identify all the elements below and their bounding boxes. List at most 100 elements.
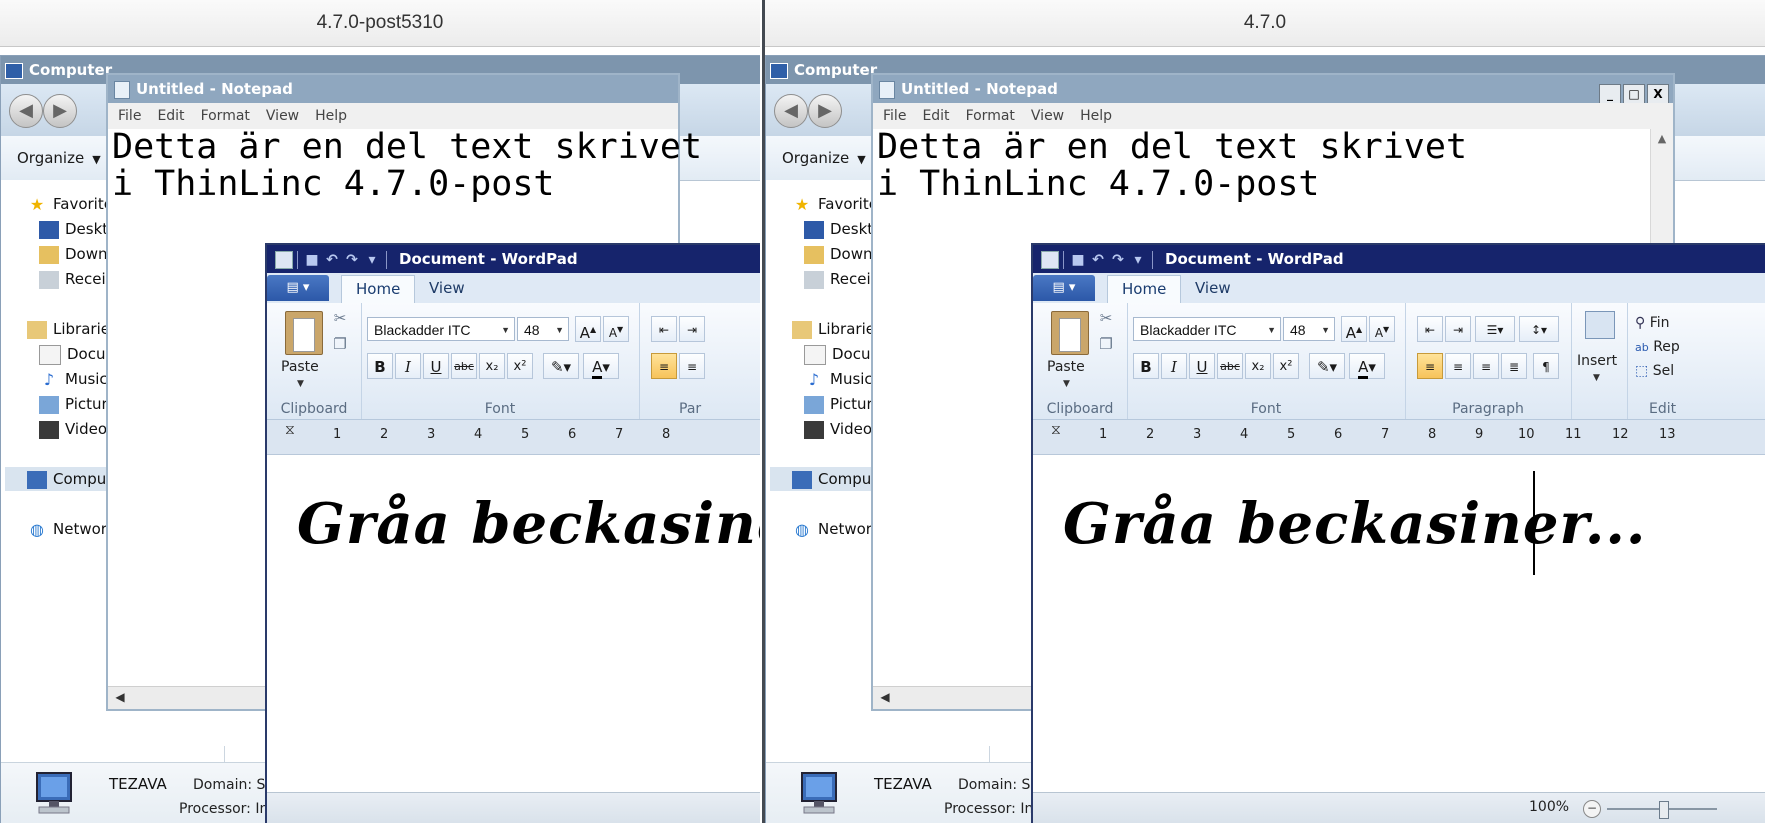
italic-button[interactable]: I (1161, 353, 1187, 379)
cut-icon[interactable]: ✂ (1097, 309, 1115, 327)
menu-file[interactable]: File (118, 108, 141, 124)
paste-icon[interactable] (285, 311, 323, 355)
paste-button[interactable]: Paste (1047, 359, 1085, 375)
tree-item-videos[interactable]: Video (39, 417, 107, 441)
tree-item-network[interactable]: ◍ Networ (792, 517, 872, 541)
highlight-color-button[interactable]: ✎▾ (1309, 353, 1345, 379)
menu-help[interactable]: Help (315, 108, 347, 124)
tree-item-recent[interactable]: Recei (804, 267, 871, 291)
redo-icon[interactable]: ↷ (1108, 246, 1128, 274)
underline-button[interactable]: U (423, 353, 449, 379)
menu-file[interactable]: File (883, 108, 906, 124)
tab-view[interactable]: View (1181, 275, 1245, 302)
wordpad-titlebar[interactable]: ■ ↶ ↷ ▾ Document - WordPad (1033, 245, 1765, 273)
tab-view[interactable]: View (415, 275, 479, 302)
bold-button[interactable]: B (1133, 353, 1159, 379)
minimize-button[interactable]: _ (1599, 84, 1621, 104)
scroll-left-icon[interactable]: ◀ (112, 689, 128, 705)
underline-button[interactable]: U (1189, 353, 1215, 379)
insert-picture-icon[interactable] (1585, 311, 1615, 339)
close-button[interactable]: X (1647, 84, 1669, 104)
paragraph-settings-button[interactable]: ¶ (1533, 353, 1559, 379)
align-center-button[interactable]: ≡ (679, 353, 705, 379)
chevron-down-icon[interactable]: ▼ (297, 379, 304, 389)
back-button[interactable]: ◀ (774, 94, 808, 128)
tree-item-desktop[interactable]: Deskt (39, 217, 108, 241)
menu-view[interactable]: View (1031, 108, 1064, 124)
font-color-button[interactable]: A▾ (1349, 353, 1385, 379)
menu-edit[interactable]: Edit (157, 108, 184, 124)
wordpad-document[interactable]: Gråa beckasiner... (1033, 455, 1765, 793)
shrink-font-button[interactable]: A▼ (1369, 316, 1395, 342)
italic-button[interactable]: I (395, 353, 421, 379)
wordpad-document[interactable]: Gråa beckasiner (267, 455, 760, 793)
customize-qat-icon[interactable]: ▾ (1128, 246, 1148, 274)
tree-item-documents[interactable]: Docur (804, 342, 877, 366)
zoom-slider-thumb[interactable] (1659, 801, 1669, 819)
wordpad-titlebar[interactable]: ■ ↶ ↷ ▾ Document - WordPad (267, 245, 760, 273)
tree-item-music[interactable]: ♪ Music (39, 367, 108, 391)
tree-item-downloads[interactable]: Down (39, 242, 108, 266)
find-button[interactable]: ⚲ Fin (1635, 315, 1670, 331)
bold-button[interactable]: B (367, 353, 393, 379)
tree-item-desktop[interactable]: Deskt (804, 217, 873, 241)
menu-format[interactable]: Format (966, 108, 1015, 124)
ruler[interactable]: ⧖ 1 2 3 4 5 6 7 8 (267, 420, 760, 455)
subscript-button[interactable]: x₂ (479, 353, 505, 379)
indent-marker-icon[interactable]: ⧖ (1051, 423, 1061, 448)
tree-item-downloads[interactable]: Down (804, 242, 873, 266)
highlight-color-button[interactable]: ✎▾ (543, 353, 579, 379)
paste-button[interactable]: Paste (281, 359, 319, 375)
menu-format[interactable]: Format (201, 108, 250, 124)
align-right-button[interactable]: ≡ (1473, 353, 1499, 379)
menu-help[interactable]: Help (1080, 108, 1112, 124)
font-color-button[interactable]: A▾ (583, 353, 619, 379)
tree-item-pictures[interactable]: Pictur (39, 392, 108, 416)
undo-icon[interactable]: ↶ (322, 246, 342, 274)
forward-button[interactable]: ▶ (808, 94, 842, 128)
copy-icon[interactable]: ❐ (331, 335, 349, 353)
save-icon[interactable]: ■ (1068, 246, 1088, 274)
tree-item-recent[interactable]: Recei (39, 267, 106, 291)
font-family-select[interactable]: Blackadder ITC ▼ (367, 317, 515, 341)
grow-font-button[interactable]: A▲ (1341, 316, 1367, 342)
tree-item-favorites[interactable]: ★ Favorite (792, 192, 878, 216)
grow-font-button[interactable]: A▲ (575, 316, 601, 342)
ruler[interactable]: ⧖ 1 2 3 4 5 6 7 8 9 10 11 12 13 (1033, 420, 1765, 455)
align-left-button[interactable]: ≡ (1417, 353, 1443, 379)
align-center-button[interactable]: ≡ (1445, 353, 1471, 379)
redo-icon[interactable]: ↷ (342, 246, 362, 274)
justify-button[interactable]: ≣ (1501, 353, 1527, 379)
bullets-button[interactable]: ☰▾ (1475, 316, 1515, 342)
organize-button[interactable]: Organize ▼ (17, 136, 101, 180)
font-size-select[interactable]: 48 ▼ (517, 317, 569, 341)
scroll-up-icon[interactable]: ▲ (1654, 131, 1670, 147)
superscript-button[interactable]: x² (1273, 353, 1299, 379)
tab-home[interactable]: Home (1107, 275, 1182, 303)
decrease-indent-button[interactable]: ⇤ (1417, 316, 1443, 342)
menu-view[interactable]: View (266, 108, 299, 124)
organize-button[interactable]: Organize ▼ (782, 136, 866, 180)
font-family-select[interactable]: Blackadder ITC ▼ (1133, 317, 1281, 341)
tree-item-libraries[interactable]: Librarie (27, 317, 110, 341)
back-button[interactable]: ◀ (9, 94, 43, 128)
tree-item-documents[interactable]: Docur (39, 342, 112, 366)
maximize-button[interactable]: □ (1623, 84, 1645, 104)
scroll-left-icon[interactable]: ◀ (877, 689, 893, 705)
application-menu-button[interactable]: ▤ ▾ (267, 275, 329, 301)
paste-icon[interactable] (1051, 311, 1089, 355)
application-menu-button[interactable]: ▤ ▾ (1033, 275, 1095, 301)
strikethrough-button[interactable]: abc (1217, 353, 1243, 379)
menu-edit[interactable]: Edit (922, 108, 949, 124)
tree-item-music[interactable]: ♪ Music (804, 367, 873, 391)
notepad-titlebar[interactable]: Untitled - Notepad _ □ X (873, 75, 1673, 104)
cut-icon[interactable]: ✂ (331, 309, 349, 327)
increase-indent-button[interactable]: ⇥ (679, 316, 705, 342)
customize-qat-icon[interactable]: ▾ (362, 246, 382, 274)
forward-button[interactable]: ▶ (43, 94, 77, 128)
undo-icon[interactable]: ↶ (1088, 246, 1108, 274)
tree-item-libraries[interactable]: Librarie (792, 317, 875, 341)
shrink-font-button[interactable]: A▼ (603, 316, 629, 342)
chevron-down-icon[interactable]: ▼ (1063, 379, 1070, 389)
tree-item-favorites[interactable]: ★ Favorite (27, 192, 113, 216)
